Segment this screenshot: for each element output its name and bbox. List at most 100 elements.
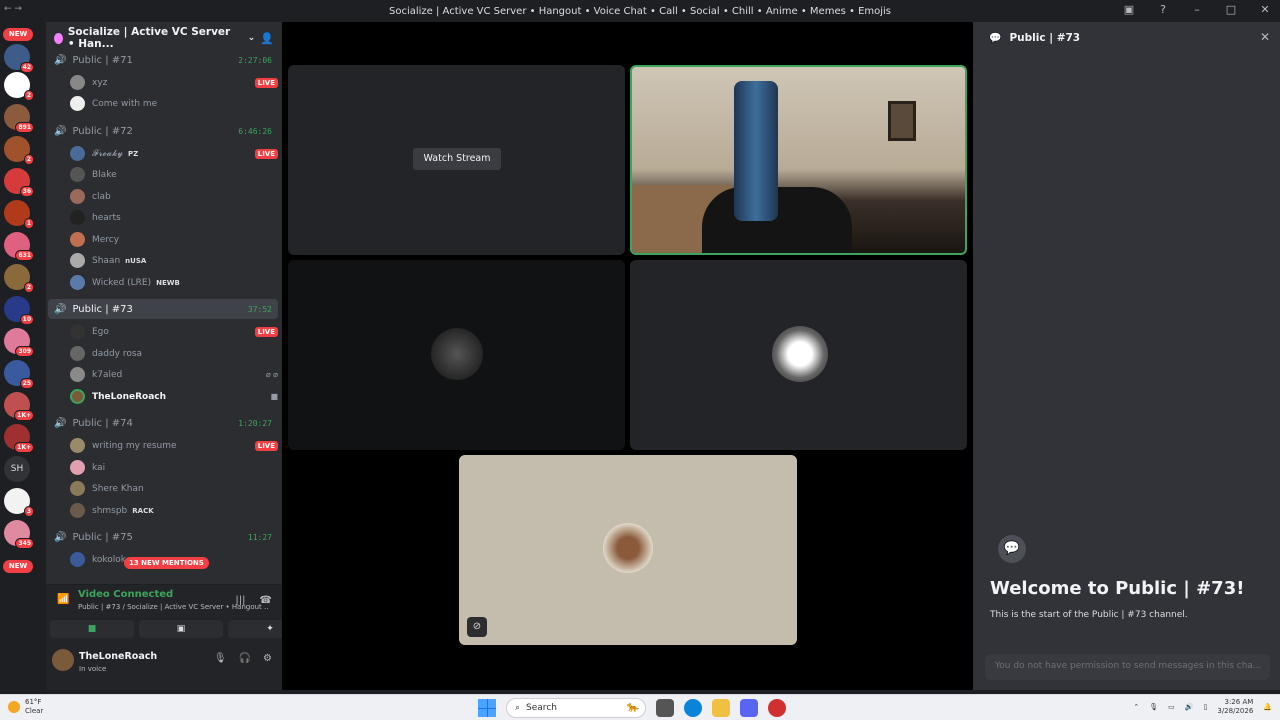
voice-user[interactable]: Wicked (LRE) NEWB bbox=[70, 273, 278, 292]
chat-bubble-icon: 💬 bbox=[989, 32, 1002, 44]
welcome-heading: Welcome to Public | #73! bbox=[990, 578, 1245, 599]
server-boost-icon bbox=[54, 32, 63, 44]
new-pill-top[interactable]: NEW bbox=[3, 28, 33, 41]
server-icon[interactable]: 3 bbox=[4, 488, 34, 517]
window-titlebar: ← → Socialize | Active VC Server • Hango… bbox=[0, 0, 1280, 22]
noise-suppression-icon[interactable]: ||| bbox=[235, 595, 245, 606]
headphones-icon[interactable]: 🎧 bbox=[239, 653, 251, 664]
gear-icon[interactable]: ⚙ bbox=[263, 653, 272, 664]
server-rail: NEW 42 2 891 2 36 1 631 2 10 309 25 1K+ … bbox=[0, 22, 36, 690]
microphone-icon[interactable]: 🎙 bbox=[214, 653, 227, 664]
server-icon[interactable]: 25 bbox=[4, 360, 34, 389]
camera-icon: ■ bbox=[270, 392, 278, 401]
close-window-icon[interactable]: ✕ bbox=[1258, 3, 1272, 16]
voice-user[interactable]: shmspb RACK bbox=[70, 501, 278, 520]
close-icon[interactable]: ✕ bbox=[1260, 30, 1270, 44]
server-icon[interactable]: 36 bbox=[4, 168, 34, 197]
camera-button[interactable]: ■ bbox=[50, 620, 134, 638]
voice-user[interactable]: k7aled ⌀ ⌀ bbox=[70, 365, 278, 384]
invite-icon[interactable]: 👤 bbox=[260, 32, 274, 45]
user-panel: TheLoneRoach In voice 🎙 🎧 ⚙ bbox=[46, 640, 282, 690]
search-box[interactable]: ⌕ Search 🐆 bbox=[506, 698, 646, 718]
voice-user[interactable]: Blake bbox=[70, 165, 278, 184]
voice-user[interactable]: xyz LIVE bbox=[70, 73, 278, 92]
server-icon[interactable]: 631 bbox=[4, 232, 34, 261]
voice-user[interactable]: hearts bbox=[70, 208, 278, 227]
battery-icon[interactable]: ▯ bbox=[1204, 703, 1208, 711]
chevron-up-icon[interactable]: ⌃ bbox=[1133, 703, 1139, 711]
microphone-icon[interactable]: 🎙 bbox=[1149, 703, 1158, 711]
server-icon[interactable]: 891 bbox=[4, 104, 34, 133]
server-name: Socialize | Active VC Server • Han... bbox=[67, 26, 231, 50]
username[interactable]: TheLoneRoach bbox=[79, 651, 157, 662]
channel-public-73[interactable]: 🔊 Public | #73 37:52 bbox=[48, 299, 278, 319]
participant-tile-self[interactable]: ⊘ bbox=[459, 455, 797, 645]
channel-public-72[interactable]: 🔊 Public | #72 6:46:26 bbox=[48, 121, 278, 141]
chat-header: 💬 Public | #73 bbox=[989, 32, 1080, 44]
voice-user[interactable]: clab bbox=[70, 187, 278, 206]
weather-widget[interactable]: 61°F Clear bbox=[8, 698, 43, 716]
avatar bbox=[603, 523, 653, 573]
new-pill-bottom[interactable]: NEW bbox=[3, 560, 33, 573]
chat-bubble-icon: 💬 bbox=[998, 535, 1026, 563]
stream-tile[interactable]: Watch Stream bbox=[288, 65, 625, 255]
voice-user-self[interactable]: TheLoneRoach ■ bbox=[70, 387, 278, 406]
discord-icon[interactable] bbox=[740, 699, 758, 717]
server-icon[interactable]: 1K+ bbox=[4, 392, 34, 421]
avatar bbox=[772, 326, 828, 382]
maximize-icon[interactable]: □ bbox=[1224, 3, 1238, 16]
voice-user[interactable]: Shere Khan bbox=[70, 479, 278, 498]
file-explorer-icon[interactable] bbox=[712, 699, 730, 717]
task-view-icon[interactable] bbox=[656, 699, 674, 717]
voice-user[interactable]: Come with me bbox=[70, 94, 278, 113]
channel-public-75[interactable]: 🔊 Public | #75 11:27 bbox=[48, 527, 278, 547]
disconnect-icon[interactable]: ☎ bbox=[260, 595, 272, 606]
user-status: In voice bbox=[79, 665, 107, 673]
participant-tile[interactable] bbox=[630, 260, 967, 450]
server-icon[interactable]: 42 bbox=[4, 44, 34, 73]
voice-connection-panel: 📶 Video Connected Public | #73 / Sociali… bbox=[46, 584, 312, 640]
server-icon[interactable]: 1K+ bbox=[4, 424, 34, 453]
watch-stream-button[interactable]: Watch Stream bbox=[413, 148, 501, 170]
search-icon: ⌕ bbox=[515, 703, 521, 713]
voice-user[interactable]: writing my resume LIVE bbox=[70, 436, 278, 455]
voice-user[interactable]: Shaan nUSA bbox=[70, 251, 278, 270]
minimize-icon[interactable]: – bbox=[1190, 3, 1204, 16]
server-icon[interactable]: 10 bbox=[4, 296, 34, 325]
edge-icon[interactable] bbox=[684, 699, 702, 717]
voice-user[interactable]: Ego LIVE bbox=[70, 322, 278, 341]
server-icon[interactable]: 309 bbox=[4, 328, 34, 357]
stream-off-icon[interactable]: ⊘ bbox=[467, 617, 487, 637]
app-icon[interactable] bbox=[768, 699, 786, 717]
back-icon[interactable]: ← → bbox=[4, 4, 22, 14]
inbox-icon[interactable]: ▣ bbox=[1122, 3, 1136, 16]
server-icon[interactable]: 2 bbox=[4, 136, 34, 165]
start-button[interactable] bbox=[478, 699, 496, 717]
voice-user[interactable]: Mercy bbox=[70, 230, 278, 249]
server-icon[interactable]: 345 bbox=[4, 520, 34, 549]
signal-icon[interactable]: 📶 bbox=[57, 594, 69, 605]
window-title: Socialize | Active VC Server • Hangout •… bbox=[388, 5, 892, 17]
clock[interactable]: 3:26 AM 3/28/2026 bbox=[1217, 698, 1253, 716]
camera-tile[interactable] bbox=[630, 65, 967, 255]
avatar[interactable] bbox=[52, 649, 74, 671]
server-icon[interactable]: 2 bbox=[4, 264, 34, 293]
wifi-icon[interactable]: ▭ bbox=[1168, 703, 1175, 711]
chevron-down-icon[interactable]: ⌄ bbox=[248, 33, 256, 43]
voice-user[interactable]: kai bbox=[70, 458, 278, 477]
notifications-icon[interactable]: 🔔 bbox=[1263, 703, 1272, 711]
voice-user[interactable]: daddy rosa bbox=[70, 344, 278, 363]
help-icon[interactable]: ? bbox=[1156, 3, 1170, 16]
channel-sidebar: Socialize | Active VC Server • Han... ⌄ … bbox=[46, 22, 312, 690]
server-icon-sh[interactable]: SH bbox=[4, 456, 30, 482]
chat-title: Public | #73 bbox=[1009, 32, 1081, 44]
volume-icon[interactable]: 🔊 bbox=[1185, 703, 1194, 711]
server-icon[interactable]: 1 bbox=[4, 200, 34, 229]
screen-share-button[interactable]: ▣ bbox=[139, 620, 223, 638]
new-mentions-pill[interactable]: 13 NEW MENTIONS bbox=[124, 557, 209, 569]
channel-public-71[interactable]: 🔊 Public | #71 2:27:06 bbox=[48, 50, 278, 70]
channel-public-74[interactable]: 🔊 Public | #74 1:20:27 bbox=[48, 413, 278, 433]
server-icon[interactable]: 2 bbox=[4, 72, 34, 101]
voice-user[interactable]: 𝓕𝓻𝓮𝓪𝓴𝔂 PZ LIVE bbox=[70, 144, 278, 163]
participant-tile[interactable] bbox=[288, 260, 625, 450]
